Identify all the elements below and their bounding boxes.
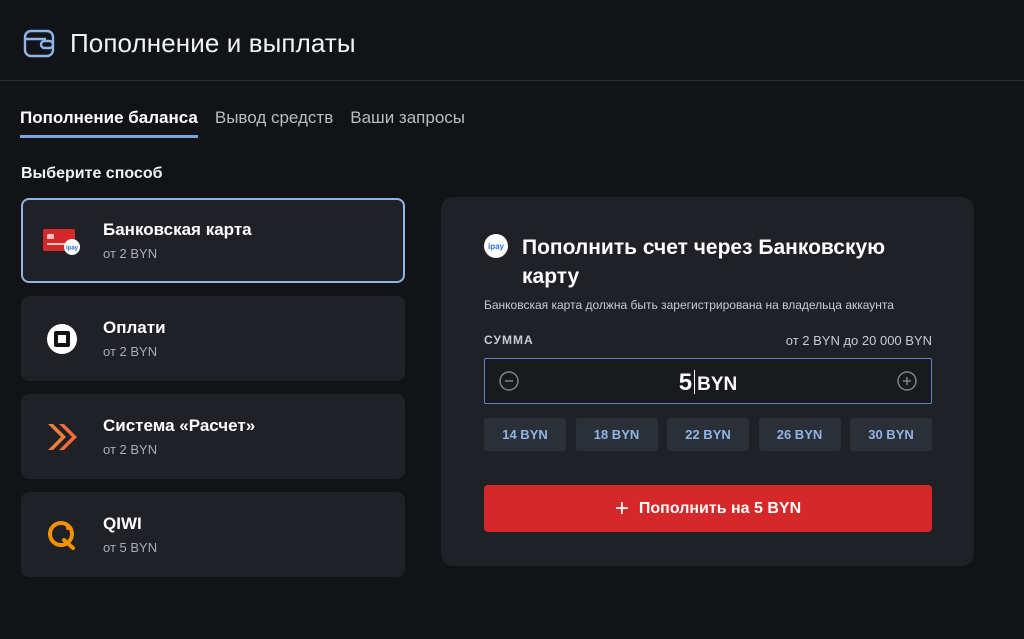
svg-text:ipay: ipay — [66, 245, 79, 251]
plus-circle-icon[interactable] — [897, 371, 917, 391]
method-bank-card[interactable]: ipay Банковская карта от 2 BYN — [21, 198, 405, 283]
amount-presets: 14 BYN 18 BYN 22 BYN 26 BYN 30 BYN — [484, 418, 932, 451]
submit-deposit-button[interactable]: + Пополнить на 5 BYN — [484, 485, 932, 532]
method-min-amount: от 2 BYN — [103, 344, 158, 359]
method-oplati[interactable]: Оплати от 2 BYN — [21, 296, 405, 381]
preset-button[interactable]: 26 BYN — [758, 418, 841, 451]
panel-title: Пополнить счет через Банковскую карту — [522, 236, 886, 288]
header-divider — [0, 80, 1024, 81]
method-name: Система «Расчет» — [103, 416, 256, 435]
minus-icon[interactable] — [499, 371, 519, 391]
amount-currency: BYN — [697, 373, 738, 395]
oplati-icon — [42, 319, 82, 359]
amount-row: СУММА от 2 BYN до 20 000 BYN — [484, 333, 932, 348]
method-min-amount: от 2 BYN — [103, 442, 158, 457]
text-cursor — [694, 369, 696, 394]
tab-withdraw[interactable]: Вывод средств — [215, 108, 333, 138]
preset-button[interactable]: 22 BYN — [667, 418, 749, 451]
payment-methods-list: ipay Банковская карта от 2 BYN Оплати от… — [21, 198, 405, 590]
amount-number: 5 — [678, 368, 693, 396]
ipay-logo-icon: ipay — [484, 234, 508, 258]
submit-label: Пополнить на 5 BYN — [638, 499, 802, 517]
raschet-icon — [42, 417, 82, 457]
method-raschet[interactable]: Система «Расчет» от 2 BYN — [21, 394, 405, 479]
method-name: QIWI — [103, 514, 142, 533]
deposit-panel: ipay Пополнить счет через Банковскую кар… — [441, 197, 974, 566]
preset-button[interactable]: 14 BYN — [484, 418, 566, 451]
method-min-amount: от 5 BYN — [103, 540, 158, 555]
method-name: Оплати — [103, 318, 166, 337]
amount-value[interactable]: 5 BYN — [679, 366, 737, 397]
method-min-amount: от 2 BYN — [103, 246, 158, 261]
tab-requests[interactable]: Ваши запросы — [350, 108, 465, 138]
amount-range: от 2 BYN до 20 000 BYN — [785, 333, 932, 348]
panel-note: Банковская карта должна быть зарегистрир… — [484, 298, 894, 312]
method-name: Банковская карта — [103, 220, 252, 239]
page-header: Пополнение и выплаты — [22, 25, 356, 61]
methods-heading: Выберите способ — [21, 165, 163, 182]
page-title: Пополнение и выплаты — [70, 27, 356, 58]
bank-card-icon: ipay — [42, 221, 82, 261]
method-qiwi[interactable]: QIWI от 5 BYN — [21, 492, 405, 577]
preset-button[interactable]: 18 BYN — [575, 418, 658, 451]
amount-label: СУММА — [484, 333, 534, 347]
tab-bar: Пополнение баланса Вывод средств Ваши за… — [20, 108, 482, 138]
amount-field[interactable]: 5 BYN — [484, 358, 932, 404]
panel-header: ipay Пополнить счет через Банковскую кар… — [484, 233, 924, 291]
tab-deposit[interactable]: Пополнение баланса — [20, 108, 198, 138]
plus-icon: + — [614, 494, 629, 522]
qiwi-icon — [42, 515, 82, 555]
preset-button[interactable]: 30 BYN — [850, 418, 932, 451]
ipay-logo-text: ipay — [487, 241, 504, 251]
wallet-icon — [23, 29, 55, 58]
